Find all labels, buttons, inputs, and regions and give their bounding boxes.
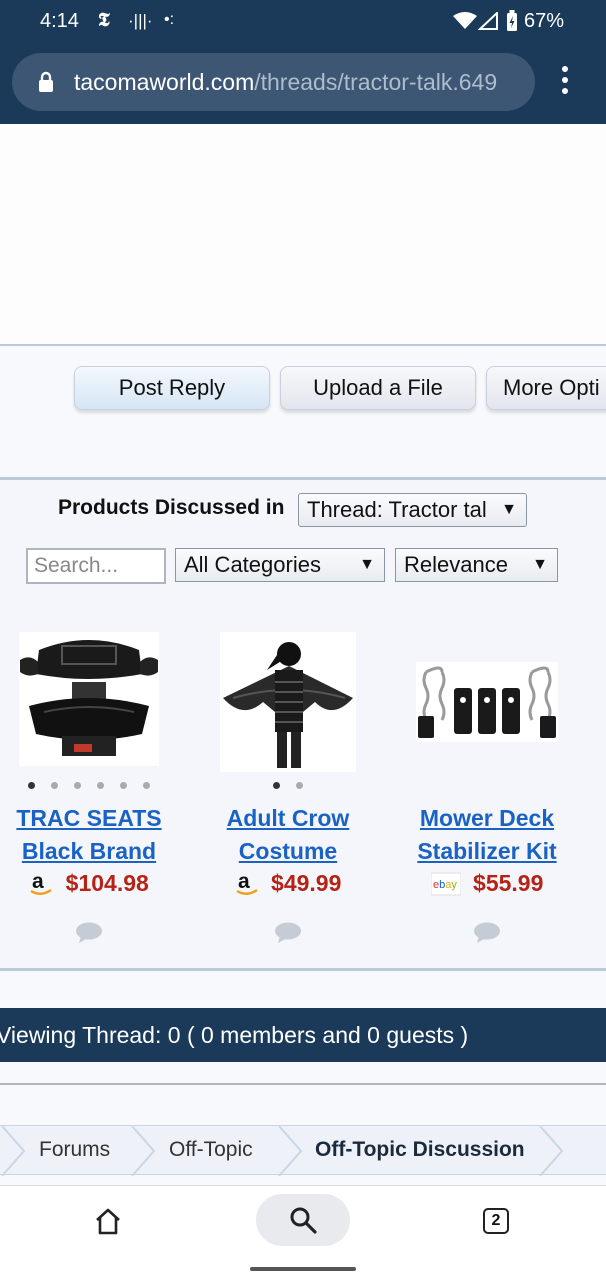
breadcrumb: Forums Off-Topic Off-Topic Discussion: [0, 1125, 606, 1176]
svg-text:ebay: ebay: [433, 879, 457, 891]
viewing-thread-bar: Viewing Thread: 0 ( 0 members and 0 gues…: [0, 1008, 606, 1062]
home-icon[interactable]: [93, 1206, 123, 1236]
breadcrumb-separator-icon: [131, 1126, 156, 1176]
comment-icon[interactable]: [274, 922, 302, 944]
browser-toolbar: tacomaworld.com/threads/tractor-talk.649: [0, 44, 606, 124]
product-title-link[interactable]: Adult Crow Costume: [203, 802, 373, 868]
tractor-seat-image[interactable]: [4, 632, 174, 772]
price-row: ebay $55.99: [402, 870, 572, 897]
gesture-handle[interactable]: [250, 1267, 356, 1271]
divider: [0, 1083, 606, 1085]
dropdown-arrow-icon: ▼: [359, 556, 375, 573]
crow-costume-image[interactable]: [203, 632, 373, 772]
ad-placeholder: [0, 124, 606, 344]
image-carousel-dots[interactable]: [4, 782, 174, 789]
image-carousel-dots[interactable]: [203, 782, 373, 789]
product-price: $104.98: [65, 870, 149, 896]
svg-text:a: a: [238, 871, 250, 893]
products-panel: Products Discussed in Thread: Tractor ta…: [0, 480, 606, 970]
stabilizer-kit-image[interactable]: [402, 632, 572, 772]
address-bar[interactable]: tacomaworld.com/threads/tractor-talk.649: [12, 53, 535, 111]
podcast-icon: ·|||·: [128, 11, 153, 30]
post-reply-button[interactable]: Post Reply: [74, 366, 270, 410]
ebay-icon: ebay: [430, 872, 461, 895]
search-icon: [290, 1207, 317, 1234]
url-path: /threads/tractor-talk.649: [254, 69, 498, 95]
thread-select[interactable]: Thread: Tractor tal ▼: [298, 493, 527, 527]
overflow-menu-icon[interactable]: [556, 66, 574, 100]
url-domain: tacomaworld.com: [74, 69, 255, 95]
sort-select[interactable]: Relevance ▼: [395, 548, 558, 582]
comment-icon[interactable]: [75, 922, 103, 944]
thread-select-value: Thread: Tractor tal: [307, 497, 487, 522]
amazon-icon: a: [30, 871, 52, 895]
clock: 4:14: [40, 10, 79, 32]
svg-text:a: a: [32, 871, 44, 893]
more-options-button[interactable]: More Opti: [486, 366, 606, 410]
divider: [0, 344, 606, 346]
product-search-input[interactable]: [26, 548, 166, 584]
viewing-thread-text: Viewing Thread: 0 ( 0 members and 0 gues…: [0, 1022, 469, 1048]
bottom-toolbar: 2: [0, 1185, 606, 1279]
dropdown-arrow-icon: ▼: [501, 501, 517, 518]
comment-icon[interactable]: [473, 922, 501, 944]
breadcrumb-forums[interactable]: Forums: [39, 1138, 110, 1162]
search-button[interactable]: [256, 1194, 350, 1246]
amazon-icon: a: [235, 871, 258, 895]
breadcrumb-separator-icon: [539, 1126, 564, 1176]
battery-percent: 67%: [524, 10, 565, 32]
breadcrumb-separator-icon: [278, 1126, 303, 1176]
breadcrumb-off-topic[interactable]: Off-Topic: [169, 1138, 253, 1162]
wifi-icon: [453, 12, 477, 29]
price-row: a $49.99: [203, 870, 373, 897]
price-row: a $104.98: [4, 870, 174, 897]
product-price: $49.99: [271, 870, 342, 896]
url-text: tacomaworld.com/threads/tractor-talk.649: [74, 69, 524, 96]
products-label: Products Discussed in: [58, 496, 285, 519]
product-title-link[interactable]: Mower Deck Stabilizer Kit: [402, 802, 572, 868]
product-title-link[interactable]: TRAC SEATS Black Brand: [4, 802, 174, 868]
upload-file-button[interactable]: Upload a File: [280, 366, 476, 410]
signal-icon: [478, 12, 498, 30]
assistant-icon: •:: [164, 11, 175, 28]
battery-icon: [507, 10, 517, 31]
nytimes-icon: 𝕿: [98, 9, 110, 31]
tab-switcher-icon[interactable]: 2: [483, 1208, 509, 1234]
breadcrumb-off-topic-discussion[interactable]: Off-Topic Discussion: [315, 1138, 525, 1162]
lock-icon: [39, 71, 53, 92]
sort-select-value: Relevance: [404, 552, 508, 577]
dropdown-arrow-icon: ▼: [532, 556, 548, 573]
status-bar: 4:14 𝕿 ·|||· •: 67%: [0, 0, 606, 44]
category-select[interactable]: All Categories ▼: [175, 548, 385, 582]
category-select-value: All Categories: [184, 552, 321, 577]
breadcrumb-separator-icon: [1, 1126, 26, 1176]
product-price: $55.99: [473, 870, 544, 896]
divider: [0, 968, 606, 971]
